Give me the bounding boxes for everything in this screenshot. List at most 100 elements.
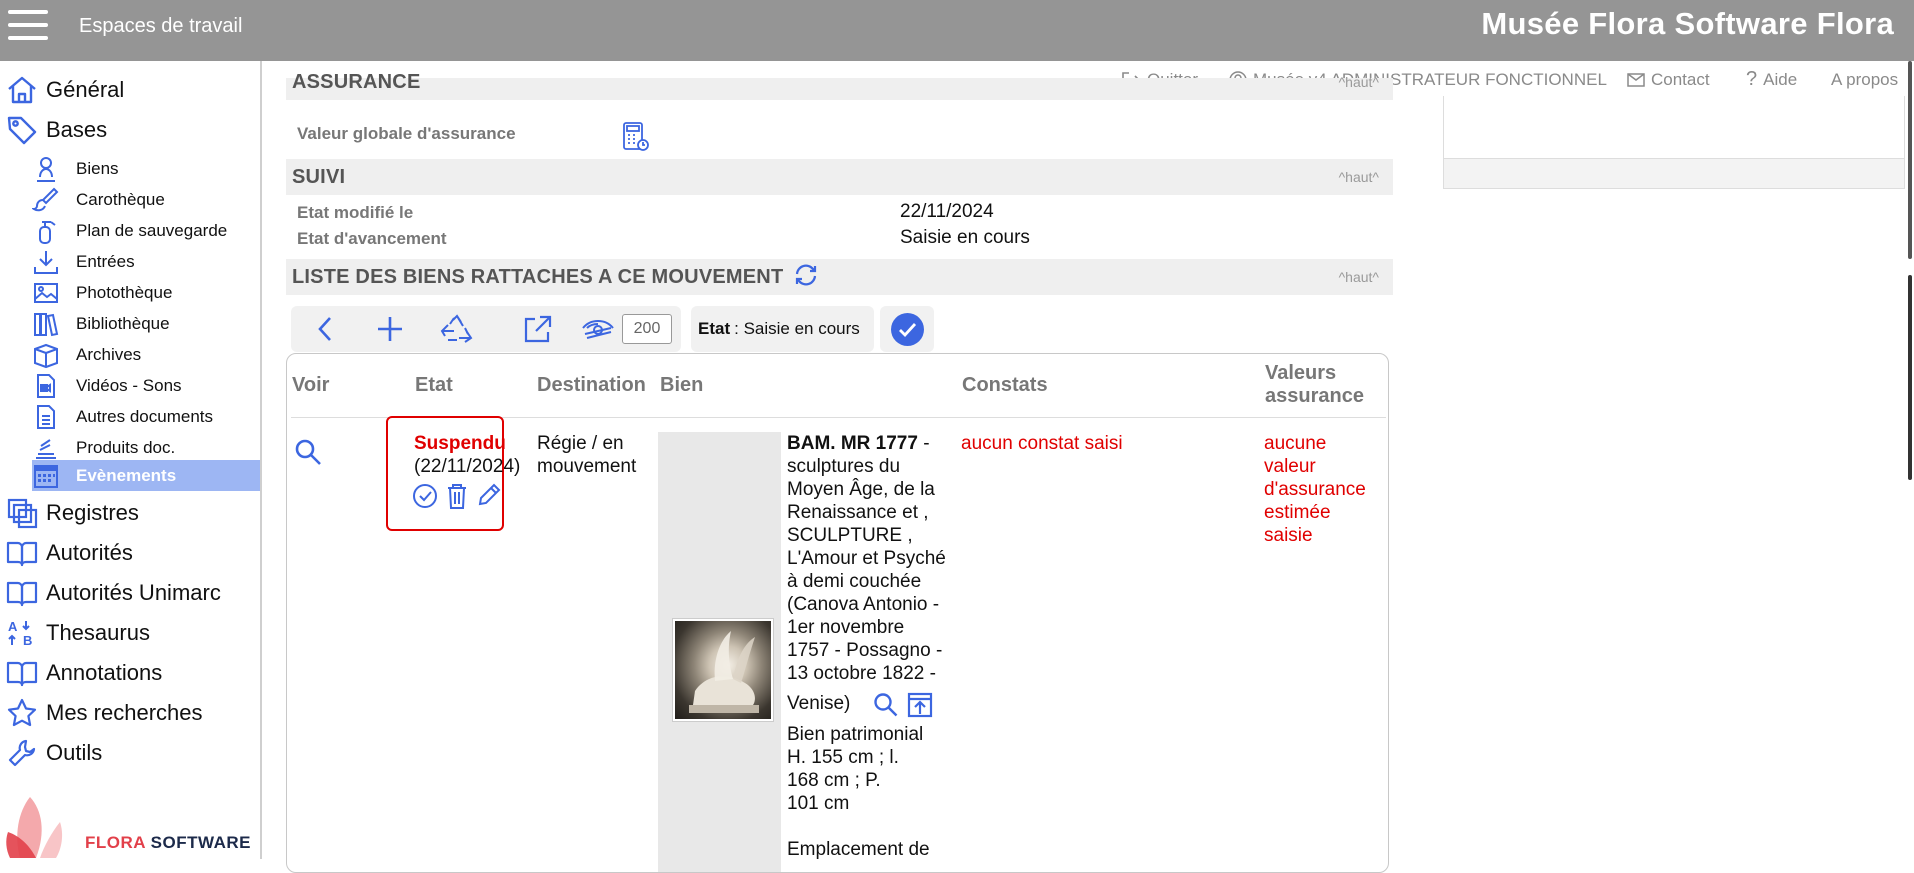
sidebar-item-plan-sauvegarde[interactable]: Plan de sauvegarde (32, 215, 260, 246)
sidebar-item-registres[interactable]: Registres (6, 497, 139, 529)
items-per-page-input[interactable] (622, 314, 672, 344)
etat-avancement-label: Etat d'avancement (297, 229, 447, 248)
calculator-icon[interactable] (622, 121, 650, 158)
section-header-assurance: ASSURANCE ^haut^ (286, 71, 1393, 100)
bien-dimensions: H. 155 cm ; l. 168 cm ; P. 101 cm (787, 747, 899, 814)
sidebar-item-evenements[interactable]: Evènements (32, 460, 260, 491)
wrench-icon (6, 737, 38, 769)
col-header-destination: Destination (537, 374, 646, 396)
validate-row-icon[interactable] (412, 483, 438, 514)
valeur-globale-label: Valeur globale d'assurance (297, 124, 516, 143)
sidebar-item-thesaurus[interactable]: AB Thesaurus (6, 617, 150, 649)
validate-check-button[interactable] (891, 313, 924, 346)
flora-logo-text: FLORA SOFTWARE (85, 833, 251, 852)
etat-status: Suspendu (414, 433, 506, 454)
sidebar-item-autorites[interactable]: Autorités (6, 537, 133, 569)
sidebar-item-outils[interactable]: Outils (6, 737, 102, 769)
view-search-icon[interactable] (294, 438, 322, 471)
col-header-constats: Constats (962, 374, 1048, 396)
back-to-top-link[interactable]: ^haut^ (1339, 74, 1379, 90)
video-file-icon (32, 372, 60, 400)
back-to-top-link[interactable]: ^haut^ (1339, 269, 1379, 285)
etat-date: (22/11/2024) (414, 456, 521, 477)
sidebar-item-videos[interactable]: Vidéos - Sons (32, 370, 260, 401)
bien-type: Bien patrimonial (787, 724, 924, 745)
sidebar-item-bibliotheque[interactable]: Bibliothèque (32, 308, 260, 339)
app-title: Musée Flora Software Flora (1481, 6, 1894, 41)
constat-value: aucun constat saisi (961, 433, 1123, 454)
valeur-assurance-value: aucune valeur d'assurance estimée saisie (1264, 433, 1366, 546)
box-icon (32, 341, 60, 369)
bien-search-icon[interactable] (873, 692, 899, 723)
bien-description: BAM. MR 1777 - sculptures du Moyen Âge, … (787, 433, 946, 684)
sidebar-item-general[interactable]: Général (6, 74, 124, 106)
etat-avancement-value: Saisie en cours (900, 227, 1030, 248)
edit-pencil-icon[interactable] (476, 482, 502, 513)
document-icon (32, 403, 60, 431)
books-icon (32, 310, 60, 338)
open-book-icon (6, 657, 38, 689)
question-icon: ? (1746, 68, 1758, 90)
section-header-suivi: SUIVI ^haut^ (286, 159, 1393, 195)
about-link[interactable]: A propos (1831, 70, 1898, 90)
sidebar: Général Bases Biens Carothèque Plan de s… (0, 61, 262, 859)
recycle-icon[interactable] (439, 314, 473, 344)
sidebar-item-entrees[interactable]: Entrées (32, 246, 260, 277)
add-icon[interactable] (373, 314, 407, 344)
sidebar-item-carotheque[interactable]: Carothèque (32, 184, 260, 215)
validate-wrap (880, 306, 934, 352)
trash-icon[interactable] (445, 482, 469, 515)
export-icon[interactable] (521, 314, 555, 344)
layers-icon (6, 497, 38, 529)
section-header-liste-biens: LISTE DES BIENS RATTACHES A CE MOUVEMENT… (286, 259, 1393, 295)
biens-table: Voir Etat Destination Bien Constats Vale… (286, 353, 1389, 873)
etat-filter: Etat : Saisie en cours (691, 306, 874, 352)
sidebar-item-biens[interactable]: Biens (32, 153, 260, 184)
sidebar-item-bases[interactable]: Bases (6, 114, 107, 146)
bien-venise: Venise) (787, 693, 851, 714)
page-scrollbar-top[interactable] (1908, 61, 1912, 259)
image-icon (32, 279, 60, 307)
help-link[interactable]: ? Aide (1746, 68, 1797, 91)
sort-alpha-icon: AB (6, 617, 38, 649)
tag-icon (6, 114, 38, 146)
top-bar: Espaces de travail Musée Flora Software … (0, 0, 1914, 61)
sidebar-item-mes-recherches[interactable]: Mes recherches (6, 697, 203, 729)
download-icon (32, 248, 60, 276)
calendar-icon (32, 462, 60, 490)
back-icon[interactable] (308, 314, 342, 344)
menu-icon[interactable] (5, 8, 49, 46)
sidebar-item-autres-documents[interactable]: Autres documents (32, 401, 260, 432)
bien-emplacement: Emplacement de (787, 839, 930, 860)
col-header-voir: Voir (292, 374, 330, 396)
fire-extinguisher-icon (32, 217, 60, 245)
brush-icon (32, 186, 60, 214)
bust-icon (32, 155, 60, 183)
svg-text:B: B (23, 633, 32, 648)
col-header-etat: Etat (415, 374, 453, 396)
sidebar-item-autorites-unimarc[interactable]: Autorités Unimarc (6, 577, 221, 609)
right-panel (1443, 96, 1905, 189)
workspaces-link[interactable]: Espaces de travail (79, 15, 242, 38)
contact-link[interactable]: Contact (1627, 70, 1710, 90)
sidebar-item-annotations[interactable]: Annotations (6, 657, 162, 689)
open-book-icon (6, 537, 38, 569)
open-record-icon[interactable] (907, 692, 933, 723)
etat-modifie-label: Etat modifié le (297, 203, 414, 222)
etat-modifie-value: 22/11/2024 (900, 201, 994, 222)
open-book-icon (6, 577, 38, 609)
artwork-thumbnail[interactable] (672, 618, 774, 722)
back-to-top-link[interactable]: ^haut^ (1339, 169, 1379, 185)
refresh-icon[interactable] (793, 263, 819, 292)
page-scrollbar[interactable] (1908, 275, 1912, 480)
eye-slash-icon[interactable] (581, 314, 615, 344)
destination-value: Régie / en mouvement (537, 433, 637, 477)
star-icon (6, 697, 38, 729)
svg-text:A: A (8, 619, 18, 634)
mail-icon (1627, 73, 1645, 87)
sidebar-item-phototheque[interactable]: Photothèque (32, 277, 260, 308)
col-header-valeurs: Valeurs assurance (1265, 362, 1364, 407)
col-header-bien: Bien (660, 374, 704, 396)
sidebar-item-archives[interactable]: Archives (32, 339, 260, 370)
sidebar-item-produits-doc[interactable]: Produits doc. (32, 432, 260, 463)
